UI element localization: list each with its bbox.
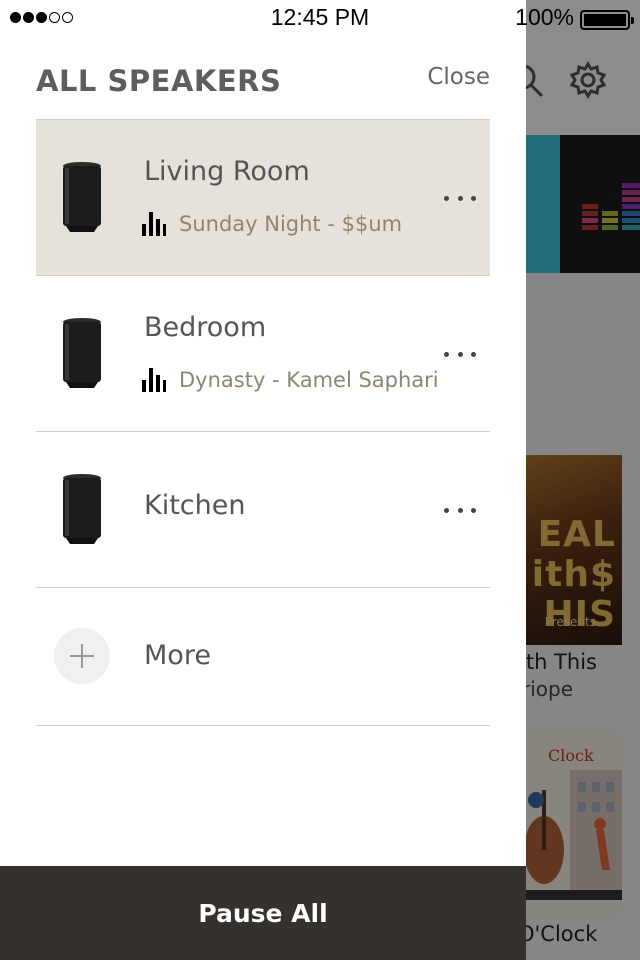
more-dots-icon[interactable] <box>440 342 480 366</box>
plus-icon[interactable] <box>54 628 110 684</box>
speaker-row-living-room[interactable]: Living Room Sunday Night - $$um <box>36 120 490 276</box>
speaker-list: Living Room Sunday Night - $$um Bedroom … <box>36 119 490 726</box>
speaker-row-bedroom[interactable]: Bedroom Dynasty - Kamel Saphari <box>36 276 490 432</box>
playing-bars-icon <box>142 212 166 236</box>
speaker-row-kitchen[interactable]: Kitchen <box>36 432 490 588</box>
battery-percent: 100% <box>515 4 574 30</box>
speaker-name: Kitchen <box>144 490 246 521</box>
track-info: Sunday Night - $$um <box>179 212 403 236</box>
speaker-icon <box>63 474 101 544</box>
speaker-icon <box>63 162 101 232</box>
close-button[interactable]: Close <box>427 64 490 90</box>
more-speakers-row[interactable]: More <box>36 588 490 726</box>
speaker-name: Bedroom <box>144 312 267 343</box>
now-playing: Sunday Night - $$um <box>142 212 402 236</box>
speaker-name: Living Room <box>144 156 310 187</box>
track-info: Dynasty - Kamel Saphari <box>179 368 439 392</box>
playing-bars-icon <box>142 368 166 392</box>
speaker-icon <box>63 318 101 388</box>
status-bar: 12:45 PM 100% <box>0 0 640 40</box>
battery-icon <box>580 10 634 30</box>
more-dots-icon[interactable] <box>440 498 480 522</box>
more-dots-icon[interactable] <box>440 186 480 210</box>
drawer-title: ALL SPEAKERS <box>36 64 282 98</box>
speakers-drawer: ALL SPEAKERS Close Living Room Sunday Ni… <box>0 0 526 960</box>
drawer-header: ALL SPEAKERS Close <box>36 58 490 104</box>
pause-all-button[interactable]: Pause All <box>0 866 526 960</box>
now-playing: Dynasty - Kamel Saphari <box>142 368 439 392</box>
more-label: More <box>144 640 211 671</box>
